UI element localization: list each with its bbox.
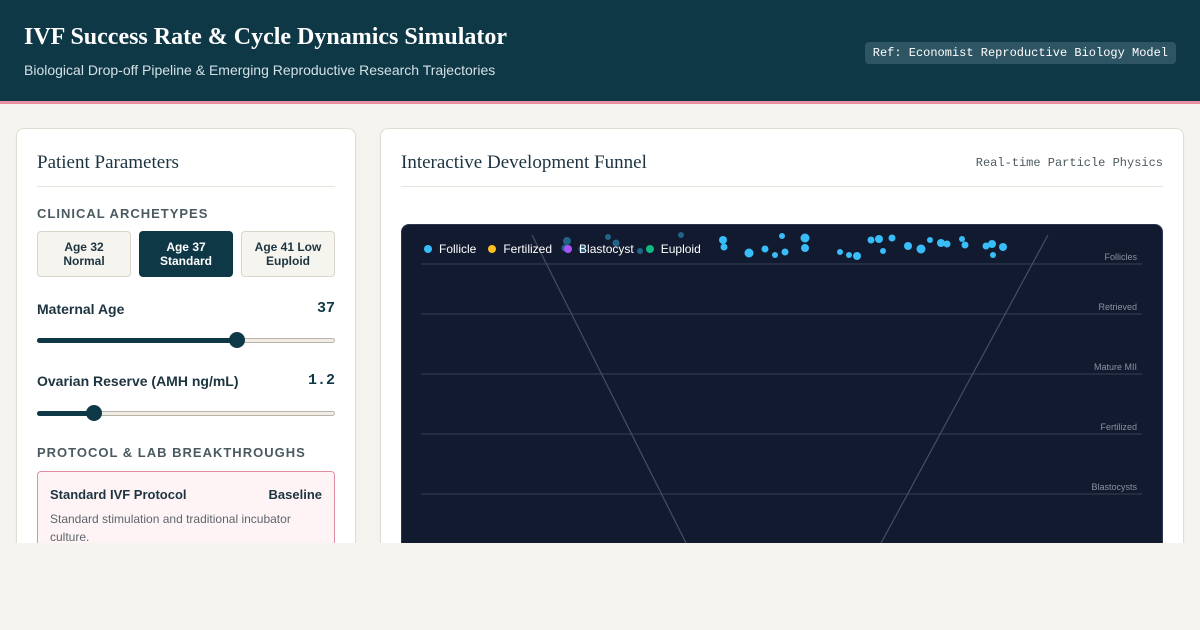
follicle-particle xyxy=(846,252,852,258)
funnel-canvas[interactable]: Follicles Retrieved Mature MII Fertilized Bl… xyxy=(401,224,1163,543)
legend-dot-icon xyxy=(488,245,497,253)
follicle-particle xyxy=(744,248,754,258)
follicle-particle xyxy=(779,233,785,239)
protocols-label: PROTOCOL & LAB BREAKTHROUGHS xyxy=(37,445,306,460)
archetype-button-age-32[interactable]: Age 32 Normal xyxy=(37,231,131,277)
follicle-particle xyxy=(719,236,727,244)
card-title: Patient Parameters xyxy=(37,152,179,173)
stage-label: Retrieved xyxy=(1098,302,1137,312)
follicle-particle xyxy=(961,241,969,249)
follicle-particle xyxy=(800,233,810,243)
archetypes-label: CLINICAL ARCHETYPES xyxy=(37,206,209,221)
follicle-particle xyxy=(837,249,843,255)
follicle-particle xyxy=(605,234,611,240)
follicle-particle xyxy=(761,245,769,253)
slider-thumb[interactable] xyxy=(228,332,245,348)
stage-label: Blastocysts xyxy=(1091,482,1137,492)
follicle-particle xyxy=(801,244,809,252)
stage-label: Fertilized xyxy=(1100,422,1137,432)
legend-item-follicle: Follicle xyxy=(424,242,476,256)
stage-label: Follicles xyxy=(1104,252,1137,262)
maternal-age-label: Maternal Age xyxy=(37,301,125,317)
protocol-option-standard[interactable]: Standard IVF Protocol Baseline Standard … xyxy=(37,471,335,543)
follicle-particle xyxy=(867,236,875,244)
archetype-button-age-37[interactable]: Age 37 Standard xyxy=(139,231,233,277)
follicle-particle xyxy=(678,232,684,238)
maternal-age-slider[interactable] xyxy=(37,330,335,350)
follicle-particle xyxy=(943,240,951,248)
follicle-particle xyxy=(853,252,861,260)
archetype-button-age-41[interactable]: Age 41 Low Euploid xyxy=(241,231,335,277)
legend-dot-icon xyxy=(645,245,654,253)
slider-fill xyxy=(37,338,237,343)
funnel-svg: Follicles Retrieved Mature MII Fertilized Bl… xyxy=(421,232,1142,543)
legend-label: Euploid xyxy=(660,242,701,256)
follicle-particle xyxy=(880,248,886,254)
archetype-button-label: Age 41 Low Euploid xyxy=(254,240,322,268)
follicle-particle xyxy=(959,236,965,242)
follicle-particle xyxy=(990,252,996,258)
follicle-particle xyxy=(888,234,896,242)
follicle-particle xyxy=(988,240,996,248)
app-header: IVF Success Rate & Cycle Dynamics Simula… xyxy=(0,0,1200,104)
legend-item-blastocyst: Blastocyst xyxy=(564,242,634,256)
development-funnel-card: Interactive Development Funnel Real-time… xyxy=(380,128,1184,543)
page-subtitle: Biological Drop-off Pipeline & Emerging … xyxy=(24,62,496,78)
physics-tag: Real-time Particle Physics xyxy=(975,156,1163,170)
legend-label: Blastocyst xyxy=(579,242,634,256)
funnel-wall-left xyxy=(531,234,687,543)
divider xyxy=(401,186,1163,187)
ovarian-reserve-label: Ovarian Reserve (AMH ng/mL) xyxy=(37,373,239,389)
maternal-age-value: 37 xyxy=(316,300,335,317)
divider xyxy=(37,186,335,187)
legend-dot-icon xyxy=(424,245,432,253)
ovarian-reserve-value: 1.2 xyxy=(307,372,335,389)
archetype-button-label: Age 32 Normal xyxy=(63,240,105,268)
follicle-particle xyxy=(781,248,789,256)
card-title: Interactive Development Funnel xyxy=(401,152,647,173)
funnel-wall-right xyxy=(880,234,1049,543)
follicle-particle xyxy=(875,235,883,243)
stage-label: Mature MII xyxy=(1094,362,1137,372)
legend-item-fertilized: Fertilized xyxy=(488,242,552,256)
follicle-particle xyxy=(927,237,933,243)
page-title: IVF Success Rate & Cycle Dynamics Simula… xyxy=(24,24,508,50)
legend-label: Fertilized xyxy=(503,242,553,256)
slider-thumb[interactable] xyxy=(85,405,102,421)
follicle-particle xyxy=(772,252,778,258)
legend-item-euploid: Euploid xyxy=(645,242,701,256)
follicle-particle xyxy=(999,243,1007,251)
archetype-button-label: Age 37 Standard xyxy=(159,240,212,268)
main-content: Patient Parameters CLINICAL ARCHETYPES A… xyxy=(0,104,1200,543)
legend-dot-icon xyxy=(564,245,573,253)
protocol-badge: Baseline xyxy=(268,487,322,502)
follicle-particle xyxy=(720,243,728,251)
patient-parameters-card: Patient Parameters CLINICAL ARCHETYPES A… xyxy=(16,128,356,543)
funnel-legend: Follicle Fertilized Blastocyst Euploid xyxy=(424,242,701,256)
protocol-description: Standard stimulation and traditional inc… xyxy=(50,512,291,543)
follicle-particle xyxy=(904,242,912,250)
reference-badge: Ref: Economist Reproductive Biology Mode… xyxy=(864,42,1176,64)
follicle-particle xyxy=(916,244,926,254)
protocol-name: Standard IVF Protocol xyxy=(50,487,187,502)
ovarian-reserve-slider[interactable] xyxy=(37,403,335,423)
legend-label: Follicle xyxy=(439,242,477,256)
